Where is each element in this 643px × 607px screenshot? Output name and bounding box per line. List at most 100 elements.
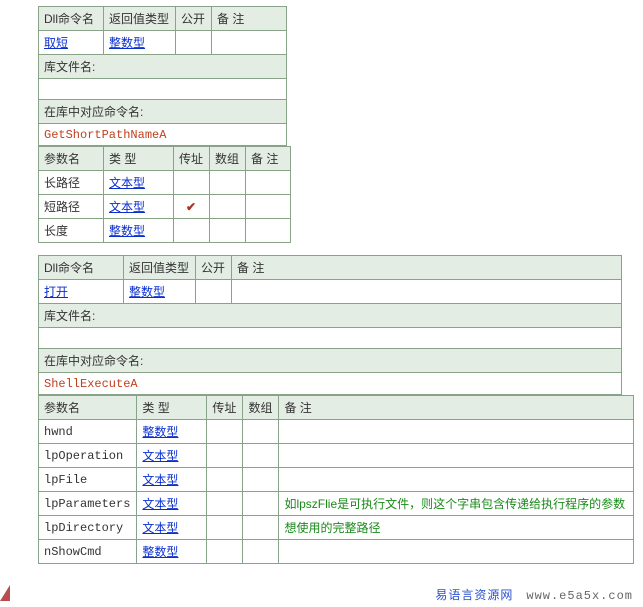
param-table-2: 参数名 类 型 传址 数组 备 注 hwnd整数型lpOperation文本型l… (38, 395, 634, 564)
param-remark (246, 171, 291, 195)
param-remark (279, 468, 634, 492)
ph-name: 参数名 (39, 396, 137, 420)
param-row: hwnd 整数型 (39, 420, 634, 444)
dll-name-link[interactable]: 打开 (44, 285, 68, 299)
param-array (210, 219, 246, 243)
header-row: Dll命令名 返回值类型 公开 备 注 (39, 256, 622, 280)
lib-value (39, 328, 622, 349)
ph-type: 类 型 (137, 396, 207, 420)
param-remark (279, 444, 634, 468)
param-byref (207, 492, 243, 516)
param-byref (207, 540, 243, 564)
dll-name-link[interactable]: 取短 (44, 36, 68, 50)
param-name: lpParameters (39, 492, 137, 516)
param-name: 短路径 (39, 195, 104, 219)
ph-remark: 备 注 (279, 396, 634, 420)
param-array (210, 171, 246, 195)
watermark: 易语言资源网 www.e5a5x.com (0, 582, 643, 607)
param-byref (174, 219, 210, 243)
remark-cell (212, 31, 287, 55)
watermark-cn: 易语言资源网 (435, 588, 513, 602)
param-type-link[interactable]: 文本型 (142, 497, 178, 511)
hdr-public: 公开 (176, 7, 212, 31)
inlib-value: GetShortPathNameA (44, 128, 166, 142)
lib-value (39, 79, 287, 100)
param-array (243, 468, 279, 492)
param-row: 短路径文本型 ✔ (39, 195, 291, 219)
param-name: nShowCmd (39, 540, 137, 564)
ret-type-link[interactable]: 整数型 (129, 285, 165, 299)
param-remark: 如lpszFlie是可执行文件，则这个字串包含传递给执行程序的参数 (279, 492, 634, 516)
ph-name: 参数名 (39, 147, 104, 171)
param-row: lpDirectory 文本型 想使用的完整路径 (39, 516, 634, 540)
param-type: 文本型 (104, 195, 174, 219)
remark-cell (232, 280, 622, 304)
hdr-dllcmd: Dll命令名 (39, 256, 124, 280)
inlib-label-row: 在库中对应命令名: (39, 100, 287, 124)
hdr-rettype: 返回值类型 (104, 7, 176, 31)
dll-table-1: Dll命令名 返回值类型 公开 备 注 取短 整数型 库文件名: 在库中对应命令… (38, 6, 287, 146)
lib-value-row (39, 79, 287, 100)
param-array (243, 420, 279, 444)
inlib-label: 在库中对应命令名: (39, 100, 287, 124)
param-type: 文本型 (104, 171, 174, 195)
ph-array: 数组 (210, 147, 246, 171)
param-array (243, 540, 279, 564)
param-byref (207, 444, 243, 468)
param-type-link[interactable]: 文本型 (142, 473, 178, 487)
lib-value-row (39, 328, 622, 349)
param-type-link[interactable]: 整数型 (142, 545, 178, 559)
param-name: lpDirectory (39, 516, 137, 540)
dll-row: 打开 整数型 (39, 280, 622, 304)
hdr-dllcmd: Dll命令名 (39, 7, 104, 31)
dll-table-2: Dll命令名 返回值类型 公开 备 注 打开 整数型 库文件名: 在库中对应命令… (38, 255, 622, 395)
param-array (243, 516, 279, 540)
ph-type: 类 型 (104, 147, 174, 171)
param-byref (207, 468, 243, 492)
param-type: 文本型 (137, 492, 207, 516)
hdr-remark: 备 注 (212, 7, 287, 31)
hdr-remark: 备 注 (232, 256, 622, 280)
param-row: lpParameters 文本型 如lpszFlie是可执行文件，则这个字串包含传递… (39, 492, 634, 516)
inlib-value-row: ShellExecuteA (39, 373, 622, 395)
hdr-public: 公开 (196, 256, 232, 280)
inlib-value: ShellExecuteA (44, 377, 138, 391)
param-remark (279, 540, 634, 564)
param-array (210, 195, 246, 219)
ph-array: 数组 (243, 396, 279, 420)
lib-label-row: 库文件名: (39, 55, 287, 79)
param-byref: ✔ (174, 195, 210, 219)
hdr-rettype: 返回值类型 (124, 256, 196, 280)
param-type: 整数型 (137, 420, 207, 444)
inlib-value-row: GetShortPathNameA (39, 124, 287, 146)
param-type-link[interactable]: 文本型 (142, 521, 178, 535)
param-name: lpFile (39, 468, 137, 492)
ret-type-link[interactable]: 整数型 (109, 36, 145, 50)
param-type-link[interactable]: 整数型 (142, 425, 178, 439)
dll-row: 取短 整数型 (39, 31, 287, 55)
inlib-label-row: 在库中对应命令名: (39, 349, 622, 373)
param-type: 文本型 (137, 468, 207, 492)
inlib-label: 在库中对应命令名: (39, 349, 622, 373)
param-header-row: 参数名 类 型 传址 数组 备 注 (39, 147, 291, 171)
param-name: 长度 (39, 219, 104, 243)
param-row: nShowCmd 整数型 (39, 540, 634, 564)
param-row: lpFile 文本型 (39, 468, 634, 492)
lib-label-row: 库文件名: (39, 304, 622, 328)
param-name: hwnd (39, 420, 137, 444)
public-cell (196, 280, 232, 304)
param-type-link[interactable]: 整数型 (109, 224, 145, 238)
param-byref (207, 516, 243, 540)
watermark-url: www.e5a5x.com (526, 589, 633, 603)
param-table-1: 参数名 类 型 传址 数组 备 注 长路径文本型短路径文本型 ✔ 长度整数型 (38, 146, 291, 243)
param-type: 文本型 (137, 516, 207, 540)
param-type-link[interactable]: 文本型 (109, 200, 145, 214)
header-row: Dll命令名 返回值类型 公开 备 注 (39, 7, 287, 31)
param-type-link[interactable]: 文本型 (109, 176, 145, 190)
param-byref (207, 420, 243, 444)
param-type-link[interactable]: 文本型 (142, 449, 178, 463)
param-row: 长路径文本型 (39, 171, 291, 195)
public-cell (176, 31, 212, 55)
param-remark: 想使用的完整路径 (279, 516, 634, 540)
brand-wedge-icon (0, 585, 10, 601)
